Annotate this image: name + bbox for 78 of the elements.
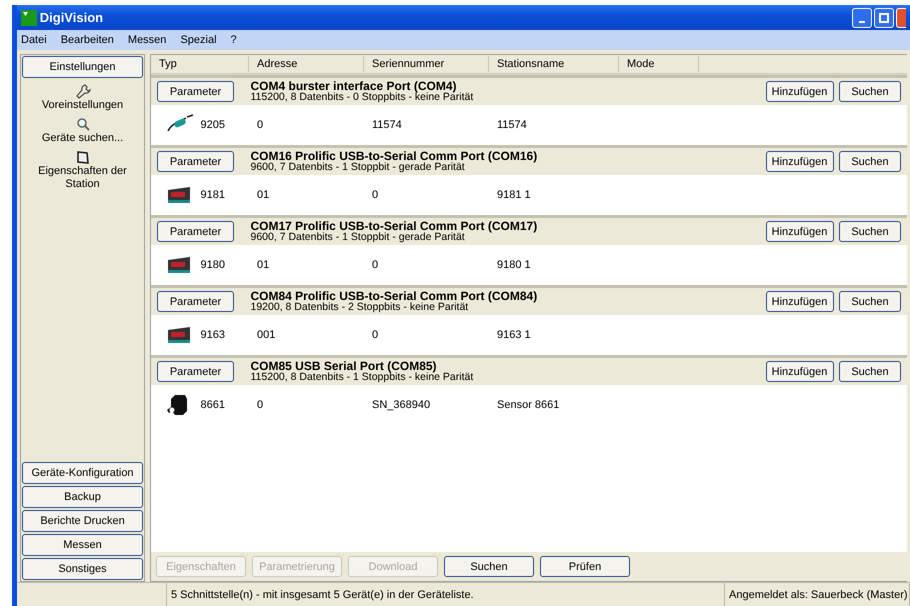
table-cell: 11574: [497, 118, 527, 131]
minimize-icon: [859, 20, 865, 22]
wrench-icon[interactable]: [74, 82, 90, 99]
table-cell-text: 9181: [200, 188, 225, 203]
port-title: COM84 Prolific USB-to-Serial Comm Port (COM84): [250, 290, 538, 302]
menu-item[interactable]: Bearbeiten: [60, 32, 114, 48]
search-button[interactable]: Suchen: [839, 221, 901, 242]
port-settings: 9600, 7 Datenbits - 1 Stoppbit - gerade Parität: [250, 162, 466, 173]
sidebar-item[interactable]: Geräte suchen...: [42, 132, 124, 146]
menu-item[interactable]: Messen: [128, 32, 166, 48]
sidebar-item[interactable]: Voreinstellungen: [42, 98, 124, 112]
table-cell: 11574: [372, 118, 402, 131]
table-cell: 0: [372, 328, 378, 341]
add-button[interactable]: Hinzufügen: [766, 81, 834, 102]
parameter-button[interactable]: Parameter: [157, 81, 234, 102]
sidebar-button[interactable]: Backup: [22, 486, 143, 508]
port-title: COM85 USB Serial Port (COM85): [250, 360, 437, 372]
action-button[interactable]: Prüfen: [540, 556, 630, 577]
parameter-button[interactable]: Parameter: [157, 151, 234, 172]
menu-item[interactable]: ?: [230, 32, 237, 48]
maximize-button[interactable]: [874, 8, 894, 28]
status-message: 5 Schnittstelle(n) - mit insgesamt 5 Gerät(e) in der Geräteliste.: [167, 583, 725, 606]
window-title: DigiVision: [40, 8, 104, 27]
search-button[interactable]: Suchen: [839, 361, 901, 382]
logged-in-user: Angemeldet als: Sauerbeck (Master): [725, 583, 910, 606]
search-button[interactable]: Suchen: [839, 151, 901, 172]
column-header: Seriennummer: [364, 56, 489, 72]
parameter-button[interactable]: Parameter: [157, 221, 234, 242]
table-cell: 0: [372, 188, 378, 201]
port-settings: 115200, 8 Datenbits - 0 Stoppbits - keine Parität: [250, 92, 474, 103]
table-cell: 0: [257, 118, 264, 131]
search-icon[interactable]: [74, 116, 90, 132]
close-button[interactable]: [896, 8, 906, 28]
add-button[interactable]: Hinzufügen: [766, 151, 834, 172]
table-cell: 01: [257, 258, 270, 271]
parameter-button[interactable]: Parameter: [157, 291, 234, 312]
port-settings: 115200, 8 Datenbits - 1 Stoppbits - keine Parität: [250, 372, 474, 383]
table-cell: 9163 1: [497, 328, 531, 341]
app-logo-icon: [21, 10, 37, 26]
menu-item[interactable]: Datei: [21, 32, 47, 48]
column-header: Stationsname: [489, 56, 619, 72]
search-button[interactable]: Suchen: [839, 291, 901, 312]
table-cell: Sensor 8661: [497, 398, 560, 411]
port-settings: 19200, 8 Datenbits - 2 Stoppbits - keine Parität: [250, 302, 470, 313]
column-header: Adresse: [249, 56, 364, 72]
table-cell: 001: [257, 328, 276, 341]
table-cell: 0: [257, 398, 264, 411]
port-title: COM17 Prolific USB-to-Serial Comm Port (COM17): [250, 220, 538, 232]
add-button[interactable]: Hinzufügen: [766, 361, 834, 382]
parameter-button[interactable]: Parameter: [157, 361, 234, 382]
table-cell-text: 8661: [200, 398, 225, 413]
sidebar-button[interactable]: Messen: [22, 534, 143, 556]
sidebar-button[interactable]: Geräte-Konfiguration: [22, 462, 143, 484]
maximize-icon: [879, 12, 889, 22]
station-icon[interactable]: [74, 149, 90, 166]
search-button[interactable]: Suchen: [839, 81, 901, 102]
table-cell: 9181 1: [497, 188, 531, 201]
add-button[interactable]: Hinzufügen: [766, 221, 834, 242]
menu-item[interactable]: Spezial: [180, 32, 217, 48]
sidebar-item[interactable]: Eigenschaften der Station: [26, 165, 139, 192]
action-button[interactable]: Suchen: [444, 556, 534, 577]
sidebar-button[interactable]: Sonstiges: [22, 558, 143, 580]
sidebar-button[interactable]: Berichte Drucken: [22, 510, 143, 532]
table-cell: SN_368940: [372, 398, 430, 411]
port-title: COM16 Prolific USB-to-Serial Comm Port (COM16): [250, 150, 538, 162]
port-title: COM4 burster interface Port (COM4): [250, 80, 457, 92]
table-cell: 9180 1: [497, 258, 531, 271]
table-cell-text: 9205: [200, 118, 225, 133]
table-cell-text: 9180: [200, 258, 225, 273]
table-cell-text: 9163: [200, 328, 225, 343]
minimize-button[interactable]: [852, 8, 872, 28]
settings-button[interactable]: Einstellungen: [22, 56, 143, 78]
table-cell: 01: [257, 188, 270, 201]
add-button[interactable]: Hinzufügen: [766, 291, 834, 312]
port-settings: 9600, 7 Datenbits - 1 Stoppbit - gerade Parität: [250, 232, 466, 243]
column-header: Mode: [619, 56, 699, 72]
table-cell: 0: [372, 258, 378, 271]
column-header: Typ: [151, 56, 249, 72]
